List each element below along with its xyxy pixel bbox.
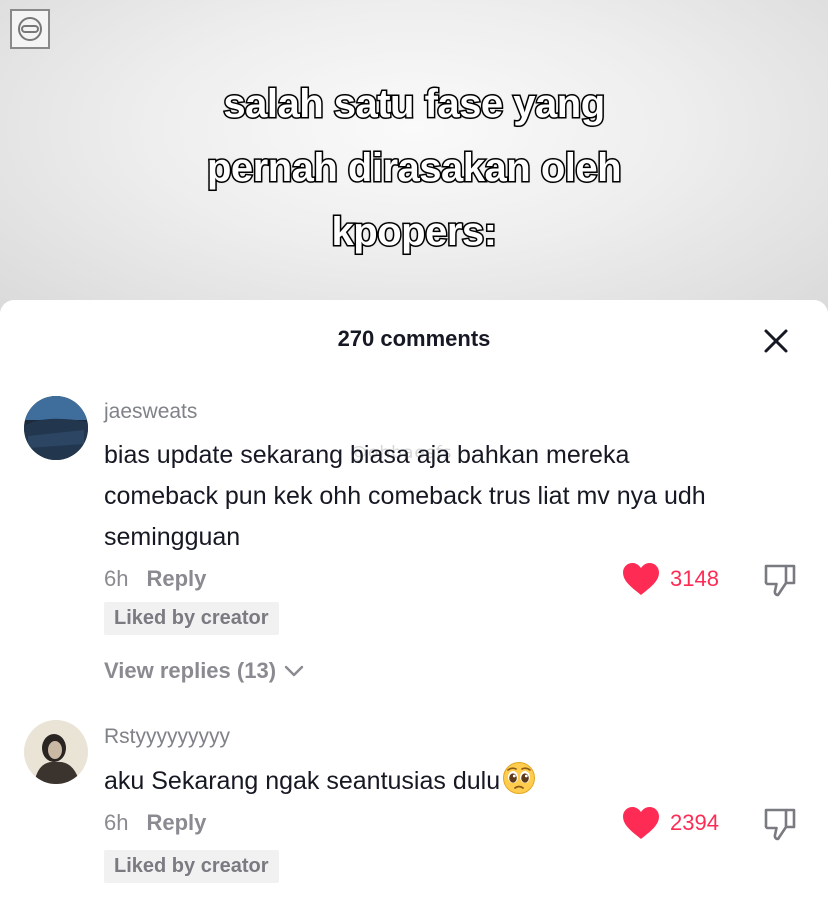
dislike-button[interactable] xyxy=(762,806,798,842)
like-count: 3148 xyxy=(670,566,719,591)
liked-by-creator-badge: Liked by creator xyxy=(104,850,279,883)
comment-meta: 6h Reply xyxy=(104,566,206,592)
pleading-face-emoji-icon xyxy=(502,761,536,808)
view-replies-label: View replies (13) xyxy=(104,658,277,683)
comments-count-title: 270 comments xyxy=(337,326,491,351)
like-count: 2394 xyxy=(670,810,719,835)
dislike-button[interactable] xyxy=(762,562,798,598)
comment-meta: 6h Reply xyxy=(104,810,206,836)
avatar[interactable] xyxy=(24,396,88,460)
liked-by-creator-badge: Liked by creator xyxy=(104,602,279,635)
comment-text-content: aku Sekarang ngak seantusias dulu xyxy=(104,767,501,795)
caption-line: salah satu fase yang xyxy=(222,81,607,128)
comment-username[interactable]: jaesweats xyxy=(104,400,197,424)
dislike-icon xyxy=(764,808,796,841)
heart-icon xyxy=(623,807,659,839)
reply-button[interactable]: Reply xyxy=(146,810,206,835)
video-caption: salah satu fase yang pernah dirasakan ol… xyxy=(0,72,828,264)
caption-line: pernah dirasakan oleh xyxy=(205,145,623,192)
video-background: salah satu fase yang pernah dirasakan ol… xyxy=(0,0,828,320)
reply-button[interactable]: Reply xyxy=(146,566,206,591)
comment-time: 6h xyxy=(104,566,129,591)
view-replies-button[interactable]: View replies (13) xyxy=(104,658,304,684)
chevron-down-icon xyxy=(284,665,304,677)
caption-line: kpopers: xyxy=(330,209,498,256)
comment-text: aku Sekarang ngak seantusias dulu xyxy=(104,761,744,808)
comment-text: bias update sekarang biasa aja bahkan me… xyxy=(104,441,706,551)
comment-username[interactable]: Rstyyyyyyyyy xyxy=(104,725,230,749)
heart-icon xyxy=(623,563,659,595)
dislike-icon xyxy=(764,564,796,597)
comments-sheet: 270 comments @ohbaesfs jaesweats bias up… xyxy=(0,300,828,902)
app-logo-icon xyxy=(10,9,50,49)
like-button[interactable]: 3148 xyxy=(622,562,719,596)
close-icon xyxy=(764,329,788,353)
avatar[interactable] xyxy=(24,720,88,784)
like-button[interactable]: 2394 xyxy=(622,806,719,840)
comment-time: 6h xyxy=(104,810,129,835)
close-button[interactable] xyxy=(760,325,792,357)
